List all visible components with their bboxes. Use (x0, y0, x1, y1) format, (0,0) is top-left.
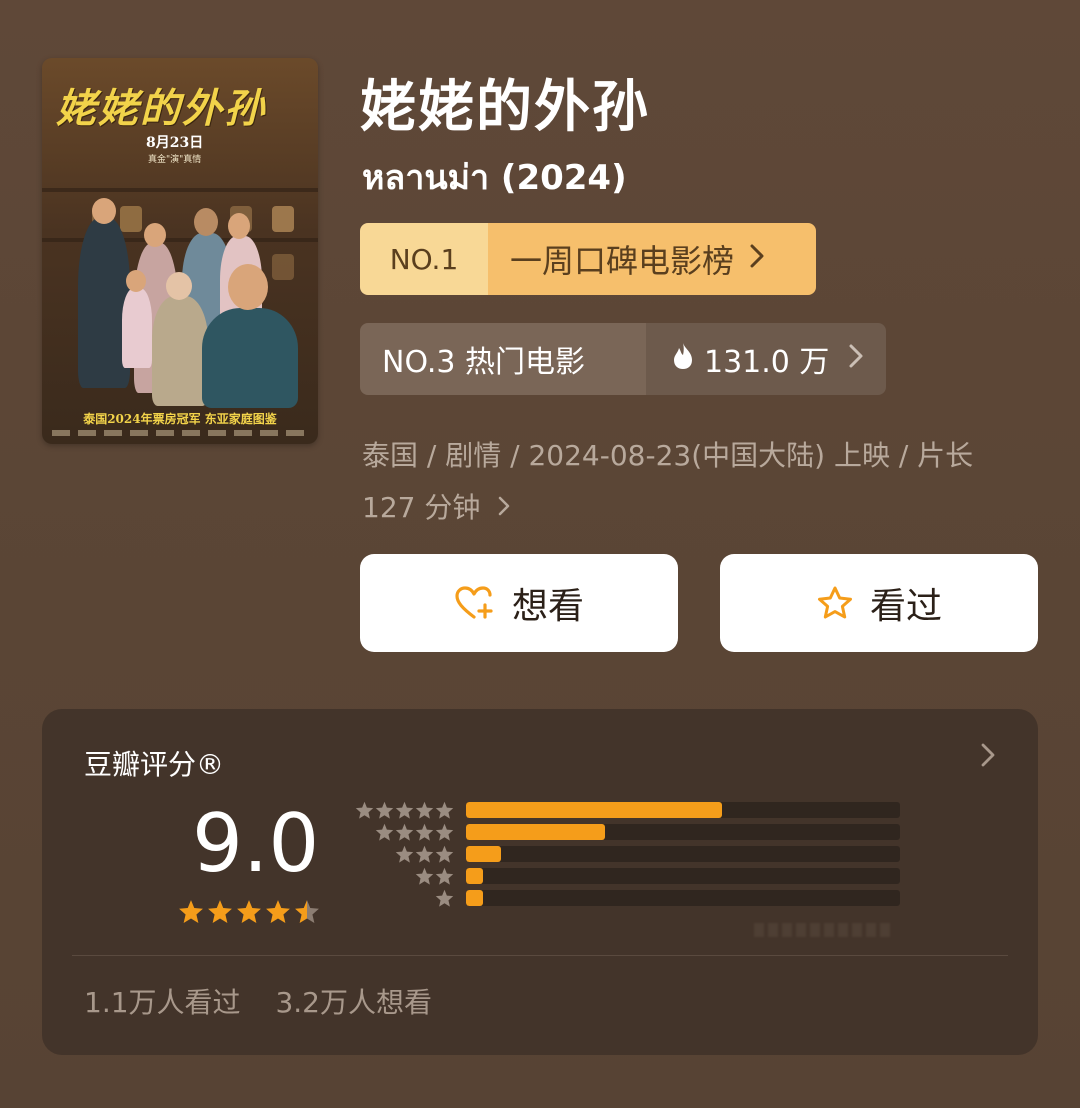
poster-figure (202, 308, 298, 408)
popular-rank-label: NO.3 热门电影 (360, 323, 646, 395)
rating-bar-track (466, 802, 900, 818)
star-icon (395, 801, 414, 819)
seen-count: 1.1万人看过 (84, 986, 241, 1019)
heart-plus-icon (454, 585, 496, 621)
star-outline-icon (816, 585, 854, 621)
rating-bar-row (354, 823, 900, 841)
popular-heat-value: 131.0 万 (704, 345, 830, 380)
chevron-right-icon (847, 342, 865, 377)
poster-shelf (42, 188, 318, 192)
rating-bar-track (466, 846, 900, 862)
rating-bar-row (354, 889, 900, 907)
divider (72, 955, 1008, 956)
rating-bar-row (354, 801, 900, 819)
chevron-right-icon[interactable] (980, 741, 996, 776)
rating-bar-stars (435, 889, 454, 908)
rating-bar-track (466, 868, 900, 884)
fire-icon (672, 342, 694, 377)
movie-duration: 127 分钟 (362, 491, 481, 524)
want-to-watch-button[interactable]: 想看 (360, 554, 678, 652)
poster-tagline: 泰国2024年票房冠军 东亚家庭图鉴 (83, 412, 277, 426)
poster-figure-head (126, 270, 146, 292)
rating-card-title: 豆瓣评分® (84, 748, 225, 781)
watched-button[interactable]: 看过 (720, 554, 1038, 652)
rating-card[interactable]: 豆瓣评分® 9.0 1.1万人看过 3.2万人想看 (42, 709, 1038, 1055)
poster-jar (120, 206, 142, 232)
poster-figure-head (92, 198, 116, 224)
movie-poster[interactable]: 姥姥的外孙 8月23日 真金"演"真情 泰国2024年票房冠军 东亚家庭图鉴 (42, 58, 318, 444)
star-icon (435, 801, 454, 819)
poster-figure-head (144, 223, 166, 247)
audience-stats: 1.1万人看过 3.2万人想看 (84, 981, 432, 1021)
want-to-watch-label: 想看 (511, 586, 584, 627)
star-icon (395, 823, 414, 841)
rating-bar-row (354, 867, 900, 885)
star-icon (375, 823, 394, 841)
star-icon (415, 845, 434, 863)
poster-figure (122, 288, 152, 368)
poster-figure-head (194, 208, 218, 236)
poster-figure (152, 296, 208, 406)
rating-bar-fill (466, 802, 723, 818)
want-count: 3.2万人想看 (275, 986, 432, 1019)
weekly-rank-label-box: 一周口碑电影榜 (488, 223, 816, 295)
rating-count-blurred (754, 923, 894, 937)
weekly-rank-number: NO.1 (360, 223, 488, 295)
weekly-rank-badge[interactable]: NO.1 一周口碑电影榜 (360, 223, 816, 295)
star-icon (435, 845, 454, 863)
chevron-right-icon (497, 491, 511, 524)
rating-bar-row (354, 845, 900, 863)
rating-score: 9.0 (192, 797, 320, 890)
movie-meta[interactable]: 泰国 / 剧情 / 2024-08-23(中国大陆) 上映 / 片长 127 分… (362, 430, 1042, 534)
star-icon (435, 823, 454, 841)
rating-bar-fill (466, 890, 484, 906)
poster-title: 姥姥的外孙 (56, 85, 266, 132)
rating-bar-stars (395, 845, 454, 864)
star-icon (415, 801, 434, 819)
rating-bar-fill (466, 846, 501, 862)
movie-title: 姥姥的外孙 (360, 75, 650, 140)
popular-rank-badge[interactable]: NO.3 热门电影 131.0 万 (360, 323, 886, 395)
star-icon (415, 867, 434, 885)
poster-subtitle: 真金"演"真情 (148, 155, 202, 165)
rating-bar-stars (355, 801, 454, 820)
poster-jar (272, 206, 294, 232)
poster-figure-head (166, 272, 192, 300)
star-icon (295, 900, 319, 924)
star-icon (395, 845, 414, 863)
chevron-right-icon (748, 242, 766, 277)
star-icon (435, 889, 454, 907)
star-icon (179, 900, 203, 924)
poster-figure-head (228, 264, 268, 310)
watched-label: 看过 (869, 586, 942, 627)
star-icon (208, 900, 232, 924)
rating-stars (178, 899, 320, 925)
star-icon (435, 867, 454, 885)
rating-bar-fill (466, 868, 484, 884)
star-icon (355, 801, 374, 819)
rating-bar-track (466, 824, 900, 840)
star-icon (266, 900, 290, 924)
star-icon (237, 900, 261, 924)
rating-bar-stars (375, 823, 454, 842)
poster-date: 8月23日 (146, 135, 204, 151)
movie-original-title: หลานม่า (2024) (362, 158, 627, 198)
star-icon (415, 823, 434, 841)
movie-meta-line-2: 127 分钟 (362, 482, 1042, 534)
popular-heat: 131.0 万 (646, 323, 886, 395)
poster-jar (272, 254, 294, 280)
weekly-rank-label: 一周口碑电影榜 (510, 242, 735, 280)
rating-bar-track (466, 890, 900, 906)
poster-credits (52, 430, 308, 436)
movie-meta-line: 泰国 / 剧情 / 2024-08-23(中国大陆) 上映 / 片长 (362, 439, 974, 472)
poster-figure-head (228, 213, 250, 239)
star-icon (375, 801, 394, 819)
rating-bar-stars (415, 867, 454, 886)
rating-bar-fill (466, 824, 605, 840)
